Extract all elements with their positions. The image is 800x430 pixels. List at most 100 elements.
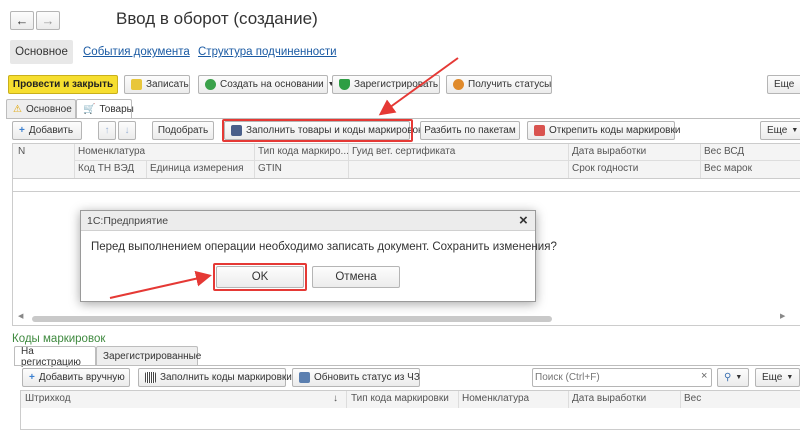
register-button[interactable]: Зарегистрировать	[332, 75, 440, 94]
refresh-icon	[299, 372, 310, 383]
search-button[interactable]: ⚲ ▼	[717, 368, 749, 387]
move-down-button[interactable]: ↓	[118, 121, 136, 140]
split-label: Разбить по пакетам	[424, 125, 516, 136]
col-line	[568, 144, 569, 178]
scroll-left-icon[interactable]: ◀	[18, 312, 23, 320]
more-label-codes: Еще	[762, 372, 783, 383]
col-nomenclature-2: Номенклатура	[462, 393, 530, 404]
col-tnved: Код ТН ВЭД	[78, 163, 135, 174]
arrow-right-icon: →	[41, 13, 55, 28]
more-label-goods: Еще	[767, 125, 788, 136]
fill-codes-button[interactable]: Заполнить коды маркировки	[138, 368, 292, 387]
forward-button[interactable]: →	[36, 11, 60, 30]
back-button[interactable]: ←	[10, 11, 34, 30]
dialog-cancel-label: Отмена	[335, 271, 377, 283]
tab-codes-reg[interactable]: На регистрацию	[14, 346, 96, 368]
update-status-button[interactable]: Обновить статус из ЧЗ	[292, 368, 420, 387]
page-title: Ввод в оборот (создание)	[116, 9, 318, 28]
search-field[interactable]	[535, 370, 695, 385]
add-button[interactable]: + Добавить	[12, 121, 82, 140]
more-button-top[interactable]: Еще	[767, 75, 800, 94]
tab-codes-registered-label: Зарегистрированные	[103, 350, 202, 362]
h-scrollbar[interactable]	[32, 316, 552, 322]
col-line	[680, 391, 681, 408]
col-line	[146, 161, 147, 178]
col-line	[254, 144, 255, 178]
post-close-button[interactable]: Провести и закрыть	[8, 75, 118, 94]
arrow-left-icon: ←	[15, 13, 29, 28]
col-production-date: Дата выработки	[572, 146, 647, 157]
unbind-button[interactable]: Открепить коды маркировки	[527, 121, 680, 140]
col-weight: Вес	[684, 393, 702, 404]
fill-codes-label: Заполнить коды маркировки	[160, 372, 292, 383]
col-unit: Единица измерения	[150, 163, 244, 174]
more-codes-chevron-icon: ▼	[786, 374, 794, 381]
highlight-fill-goods	[222, 119, 413, 142]
status-icon	[453, 79, 464, 90]
col-barcode: Штрихкод	[25, 393, 71, 404]
cart-icon: 🛒	[83, 104, 96, 115]
write-button[interactable]: Записать	[124, 75, 190, 94]
post-close-label: Провести и закрыть	[12, 79, 114, 90]
row-bottom	[13, 191, 800, 192]
write-label: Записать	[146, 79, 189, 90]
tab-main[interactable]: Основное	[10, 40, 73, 64]
pick-label: Подобрать	[157, 125, 209, 136]
col-mark-weight: Вес марок	[704, 163, 752, 174]
tab-goods-label: Товары	[99, 104, 134, 115]
tab-codes-registered[interactable]: Зарегистрированные	[96, 346, 202, 365]
col-line	[346, 391, 347, 408]
more-chevron-icon: ▼	[791, 127, 799, 134]
tab-events[interactable]: События документа	[83, 46, 190, 58]
update-status-label: Обновить статус из ЧЗ	[314, 372, 420, 383]
search-chevron-icon: ▼	[735, 374, 743, 381]
get-statuses-label: Получить статусы	[468, 79, 552, 90]
col-production-date-2: Дата выработки	[572, 393, 647, 404]
tab-inner-main-label: Основное	[25, 103, 72, 115]
header-bottom	[13, 178, 800, 179]
dialog-cancel-button[interactable]: Отмена	[312, 266, 400, 288]
add-label: Добавить	[28, 125, 74, 136]
col-vet-guid: Гуид вет. сертификата	[352, 146, 456, 157]
unbind-label: Открепить коды маркировки	[549, 125, 681, 136]
arrow-down-icon: ↓	[124, 125, 130, 136]
create-based-label: Создать на основании	[220, 79, 324, 90]
col-nomenclature: Номенклатура	[78, 146, 146, 157]
plus-circle-icon	[205, 79, 216, 90]
move-up-button[interactable]: ↑	[98, 121, 116, 140]
tab-goods[interactable]: 🛒 Товары	[76, 99, 134, 119]
dialog-close-icon[interactable]: ×	[519, 213, 528, 228]
add-manual-icon: +	[29, 372, 35, 383]
pick-button[interactable]: Подобрать	[152, 121, 214, 140]
barcode-icon	[145, 372, 156, 383]
more-button-goods[interactable]: Еще ▼	[760, 121, 800, 140]
dialog-title: 1С:Предприятие	[87, 215, 169, 227]
shield-icon	[339, 79, 350, 90]
unbind-icon	[534, 125, 545, 136]
add-manual-button[interactable]: + Добавить вручную	[22, 368, 130, 387]
split-button[interactable]: Разбить по пакетам	[420, 121, 520, 140]
clear-search-icon[interactable]: ×	[701, 370, 707, 382]
tab-inner-main[interactable]: ⚠ Основное	[6, 99, 76, 118]
col-line	[700, 144, 701, 178]
col-vsd-weight: Вес ВСД	[704, 146, 745, 157]
warning-icon: ⚠	[13, 103, 22, 115]
create-based-button[interactable]: Создать на основании▼	[198, 75, 335, 94]
tab-structure[interactable]: Структура подчиненности	[198, 46, 337, 58]
col-line	[568, 391, 569, 408]
col-gtin: GTIN	[258, 163, 282, 174]
get-statuses-button[interactable]: Получить статусы	[446, 75, 552, 94]
dialog-message: Перед выполнением операции необходимо за…	[91, 241, 557, 253]
arrow-up-icon: ↑	[104, 125, 110, 136]
scroll-right-icon[interactable]: ▶	[780, 312, 785, 320]
col-line	[74, 144, 75, 178]
codes-tab-divider	[14, 365, 800, 366]
sort-down-icon[interactable]: ↓	[333, 393, 338, 404]
highlight-ok	[213, 263, 307, 291]
add-icon: +	[19, 125, 25, 136]
tab-main-label: Основное	[15, 46, 68, 58]
col-line	[458, 391, 459, 408]
more-button-codes[interactable]: Еще ▼	[755, 368, 800, 387]
save-icon	[131, 79, 142, 90]
register-label: Зарегистрировать	[354, 79, 439, 90]
